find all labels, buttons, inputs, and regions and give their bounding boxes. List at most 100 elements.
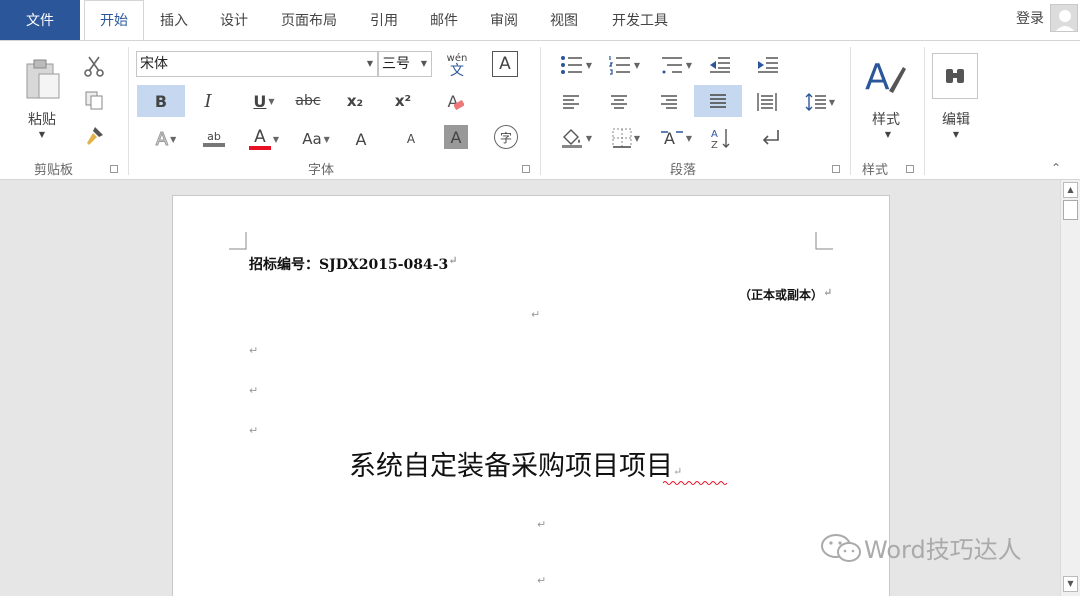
- format-painter-icon[interactable]: [80, 123, 108, 149]
- ribbon: 粘贴 ▼ 剪贴板 宋体 ▼ 三号 ▼ wén 文 A B I U ▼ abc x₂ x…: [0, 40, 1080, 180]
- paragraph-mark: ↵: [249, 384, 259, 397]
- cut-icon[interactable]: [80, 53, 108, 79]
- text-effects-button[interactable]: A ▼: [146, 123, 186, 155]
- multilevel-list-button[interactable]: ▼: [656, 51, 696, 79]
- eraser-icon: [454, 100, 465, 110]
- chevron-down-icon: ▼: [685, 133, 693, 143]
- paragraph-mark: ↵: [249, 344, 259, 357]
- phonetic-guide-icon[interactable]: wén 文: [440, 49, 474, 81]
- copy-label-line[interactable]: （正本或副本） ↵: [739, 286, 832, 303]
- italic-button[interactable]: I: [194, 85, 222, 117]
- superscript-button[interactable]: x²: [388, 85, 418, 117]
- chevron-down-icon: ▼: [170, 134, 177, 144]
- svg-text:A: A: [865, 57, 890, 97]
- align-center-button[interactable]: [604, 87, 634, 117]
- shading-button[interactable]: ▼: [556, 123, 596, 153]
- justify-button[interactable]: [694, 85, 742, 117]
- increase-indent-button[interactable]: [754, 51, 782, 79]
- scroll-up-icon[interactable]: ▲: [1063, 182, 1078, 198]
- tab-page-layout[interactable]: 页面布局: [270, 0, 348, 40]
- tab-developer[interactable]: 开发工具: [600, 0, 680, 40]
- tender-number-line[interactable]: 招标编号：SJDX2015-084-3 ↵: [249, 254, 458, 274]
- font-dialog-launcher[interactable]: [522, 165, 530, 173]
- chevron-down-icon: ▼: [828, 97, 836, 107]
- styles-dropdown-icon[interactable]: ▼: [880, 129, 896, 139]
- paragraph-mark: ↵: [537, 518, 547, 531]
- subscript-button[interactable]: x₂: [340, 85, 370, 117]
- styles-dialog-launcher[interactable]: [906, 165, 914, 173]
- paragraph-mark: ↵: [537, 574, 547, 587]
- highlight-label: ab: [207, 130, 221, 143]
- decrease-indent-button[interactable]: [706, 51, 734, 79]
- login-link[interactable]: 登录: [1016, 0, 1044, 38]
- styles-icon[interactable]: A: [862, 53, 908, 97]
- binoculars-icon[interactable]: [932, 53, 978, 99]
- paragraph-mark: ↵: [249, 424, 259, 437]
- avatar[interactable]: [1050, 4, 1078, 32]
- font-color-button[interactable]: A ▼: [244, 123, 284, 155]
- scrollbar-thumb[interactable]: [1063, 200, 1078, 220]
- change-case-button[interactable]: Aa ▼: [296, 123, 336, 155]
- chevron-down-icon: ▼: [633, 133, 641, 143]
- bold-button[interactable]: B: [137, 85, 185, 117]
- align-right-button[interactable]: [654, 87, 684, 117]
- tab-design[interactable]: 设计: [210, 0, 258, 40]
- user-icon: [1055, 10, 1075, 31]
- group-separator: [128, 47, 129, 175]
- paragraph-dialog-launcher[interactable]: [832, 165, 840, 173]
- underline-button[interactable]: U ▼: [246, 85, 282, 117]
- clear-formatting-button[interactable]: A: [442, 85, 470, 117]
- shrink-font-button[interactable]: A: [396, 123, 426, 155]
- tab-file[interactable]: 文件: [0, 0, 80, 40]
- bullets-icon: [560, 56, 582, 74]
- paste-icon[interactable]: [22, 55, 64, 103]
- ribbon-tab-bar: 文件 开始 插入 设计 页面布局 引用 邮件 审阅 视图 开发工具 登录: [0, 0, 1080, 41]
- enclose-characters-button[interactable]: 字: [494, 125, 518, 149]
- numbering-button[interactable]: ▼: [604, 51, 644, 79]
- character-shading-button[interactable]: A: [444, 125, 468, 149]
- collapse-ribbon-icon[interactable]: ⌃: [1046, 161, 1066, 175]
- sort-button[interactable]: AZ: [706, 123, 736, 153]
- chevron-down-icon: ▼: [585, 60, 593, 70]
- scroll-down-icon[interactable]: ▼: [1063, 576, 1078, 592]
- styles-group-label: 样式: [862, 163, 889, 178]
- font-group-label: 字体: [308, 163, 335, 178]
- paste-label[interactable]: 粘贴: [20, 109, 64, 129]
- tab-references[interactable]: 引用: [358, 0, 410, 40]
- strikethrough-button[interactable]: abc: [290, 85, 326, 117]
- chevron-down-icon: ▼: [268, 96, 275, 106]
- styles-label[interactable]: 样式: [862, 109, 910, 129]
- borders-button[interactable]: ▼: [606, 123, 646, 153]
- document-title[interactable]: 系统自定装备采购项目项目↵: [349, 444, 682, 483]
- chevron-down-icon: ▼: [366, 59, 373, 68]
- paragraph-mark: ↵: [823, 286, 833, 299]
- vertical-scrollbar[interactable]: ▲ ▼: [1060, 180, 1080, 596]
- show-marks-button[interactable]: [756, 123, 786, 153]
- bullets-button[interactable]: ▼: [556, 51, 596, 79]
- tab-view[interactable]: 视图: [538, 0, 590, 40]
- asian-layout-button[interactable]: A ▼: [656, 123, 696, 153]
- copy-icon[interactable]: [80, 87, 108, 113]
- editing-label[interactable]: 编辑: [932, 109, 980, 129]
- svg-text:A: A: [711, 129, 718, 140]
- tab-review[interactable]: 审阅: [478, 0, 530, 40]
- align-center-icon: [611, 95, 627, 109]
- highlight-button[interactable]: ab: [194, 123, 234, 155]
- distributed-button[interactable]: [752, 87, 782, 117]
- text-effects-icon: A: [155, 128, 169, 150]
- document-page[interactable]: 招标编号：SJDX2015-084-3 ↵ （正本或副本） ↵ ↵ ↵ ↵ ↵ 系统…: [172, 195, 890, 596]
- tab-mailings[interactable]: 邮件: [418, 0, 470, 40]
- align-left-button[interactable]: [556, 87, 586, 117]
- font-size-combo[interactable]: 三号 ▼: [378, 51, 432, 77]
- tab-insert[interactable]: 插入: [148, 0, 200, 40]
- character-border-icon[interactable]: A: [492, 51, 518, 77]
- align-right-icon: [661, 95, 677, 109]
- grow-font-button[interactable]: A: [346, 123, 376, 155]
- font-name-combo[interactable]: 宋体 ▼: [136, 51, 378, 77]
- paragraph-mark: ↵: [531, 308, 541, 321]
- editing-dropdown-icon[interactable]: ▼: [948, 129, 964, 139]
- line-spacing-button[interactable]: ▼: [800, 87, 840, 117]
- clipboard-dialog-launcher[interactable]: [110, 165, 118, 173]
- paste-dropdown-icon[interactable]: ▼: [34, 129, 50, 139]
- tab-home[interactable]: 开始: [84, 0, 144, 41]
